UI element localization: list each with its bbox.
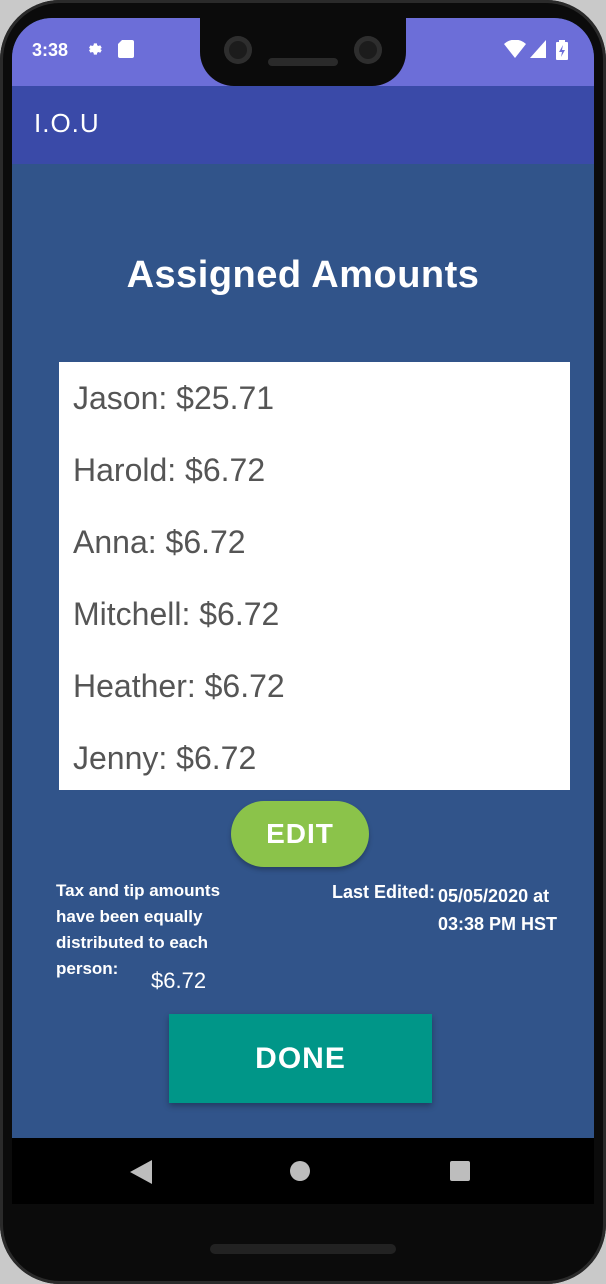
screen: 3:38 I.O.U Assigned Amounts Jason: $25.7… xyxy=(12,18,594,1204)
list-item: Mitchell: $6.72 xyxy=(73,596,280,632)
navigation-bar xyxy=(12,1138,594,1204)
list-item: Harold: $6.72 xyxy=(73,452,266,488)
settings-icon xyxy=(89,43,102,55)
page-title: Assigned Amounts xyxy=(126,254,480,296)
done-button[interactable]: DONE xyxy=(169,1014,432,1103)
edit-button[interactable]: EDIT xyxy=(231,801,369,867)
camera-notch xyxy=(200,18,406,86)
list-item: Anna: $6.72 xyxy=(73,524,246,560)
wifi-icon xyxy=(504,40,526,58)
signal-icon xyxy=(530,40,546,58)
speaker-grille xyxy=(268,58,338,66)
app-title: I.O.U xyxy=(34,108,100,138)
tax-tip-note: Tax and tip amounts have been equally di… xyxy=(56,881,221,978)
bottom-speaker xyxy=(210,1244,396,1254)
camera-lens xyxy=(354,36,382,64)
list-item: Jenny: $6.72 xyxy=(73,740,257,776)
amounts-list: Jason: $25.71 Harold: $6.72 Anna: $6.72 … xyxy=(59,362,570,790)
list-item: Jason: $25.71 xyxy=(73,380,275,416)
last-edited-value: 05/05/2020 at 03:38 PM HST xyxy=(438,886,558,934)
last-edited-label: Last Edited: xyxy=(332,882,436,902)
camera-lens xyxy=(224,36,252,64)
battery-icon xyxy=(556,40,568,60)
sd-card-icon xyxy=(118,40,134,58)
home-icon[interactable] xyxy=(290,1161,310,1181)
recents-icon[interactable] xyxy=(450,1161,470,1181)
list-item: Heather: $6.72 xyxy=(73,668,285,704)
app-bar: I.O.U xyxy=(12,86,594,164)
phone-frame: 3:38 I.O.U Assigned Amounts Jason: $25.7… xyxy=(0,0,606,1284)
back-icon[interactable] xyxy=(130,1160,152,1184)
status-time: 3:38 xyxy=(32,40,69,60)
tax-tip-amount: $6.72 xyxy=(151,968,207,993)
